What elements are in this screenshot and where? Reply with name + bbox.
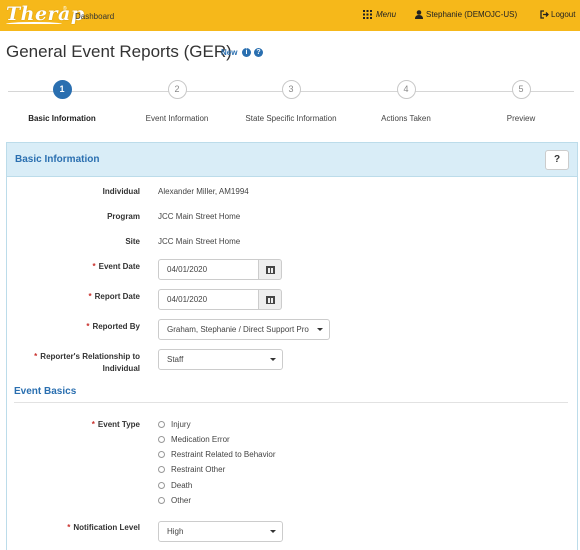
required-mark: * — [86, 322, 90, 331]
step-actions-taken[interactable]: 4 Actions Taken — [351, 80, 461, 123]
radio-button[interactable] — [158, 466, 165, 473]
relationship-select[interactable]: Staff — [158, 349, 283, 370]
step-number: 5 — [511, 80, 531, 99]
event-date-input[interactable]: 04/01/2020 — [158, 259, 259, 280]
individual-label: Individual — [102, 187, 140, 196]
step-number: 4 — [396, 80, 416, 99]
step-label: Actions Taken — [381, 114, 431, 123]
step-number: 3 — [281, 80, 301, 99]
question-circle-icon[interactable]: ? — [254, 48, 263, 57]
logout-label: Logout — [551, 10, 576, 19]
notification-level-select[interactable]: High — [158, 521, 283, 542]
event-type-option-other[interactable]: Other — [158, 496, 191, 505]
dashboard-link[interactable]: Dashboard — [75, 12, 114, 21]
step-label: State Specific Information — [245, 114, 337, 123]
option-label: Death — [171, 481, 193, 490]
top-navbar: Therap ® Dashboard Menu Stephanie (DEMOJ… — [0, 0, 580, 31]
event-type-option-medication-error[interactable]: Medication Error — [158, 435, 230, 444]
report-date-label: * Report Date — [6, 292, 140, 301]
site-label: Site — [125, 237, 140, 246]
event-type-label: * Event Type — [6, 420, 140, 429]
info-icon[interactable]: i — [242, 48, 251, 57]
step-preview[interactable]: 5 Preview — [466, 80, 576, 123]
event-basics-title: Event Basics — [14, 386, 77, 397]
new-link[interactable]: New — [221, 48, 237, 57]
step-state-specific-information[interactable]: 3 State Specific Information — [236, 80, 346, 123]
user-name: Stephanie (DEMOJC-US) — [426, 10, 518, 19]
relationship-text-2: Individual — [102, 364, 140, 373]
calendar-icon — [266, 296, 275, 304]
individual-value: Alexander Miller, AM1994 — [158, 187, 249, 196]
radio-button[interactable] — [158, 482, 165, 489]
logout-button[interactable]: Logout — [540, 10, 575, 19]
reported-by-label: * Reported By — [6, 322, 140, 331]
relationship-label: * Reporter's Relationship to Individual — [6, 351, 140, 375]
event-type-option-restraint-other[interactable]: Restraint Other — [158, 465, 225, 474]
chevron-down-icon — [317, 328, 323, 331]
required-mark: * — [91, 420, 95, 429]
panel-title: Basic Information — [15, 154, 100, 165]
reported-by-select[interactable]: Graham, Stephanie / Direct Support Pro — [158, 319, 330, 340]
required-mark: * — [88, 292, 92, 301]
notification-level-text: Notification Level — [73, 523, 140, 532]
report-date-text: Report Date — [94, 292, 140, 301]
option-label: Injury — [171, 420, 191, 429]
option-label: Other — [171, 496, 192, 505]
chevron-down-icon — [270, 358, 276, 361]
help-button[interactable]: ? — [545, 150, 569, 170]
step-number: 2 — [167, 80, 187, 99]
radio-button[interactable] — [158, 451, 165, 458]
section-divider — [14, 402, 568, 403]
step-number: 1 — [52, 80, 72, 99]
step-basic-information[interactable]: 1 Basic Information — [7, 80, 117, 123]
radio-button[interactable] — [158, 421, 165, 428]
option-label: Medication Error — [171, 435, 230, 444]
required-mark: * — [92, 262, 96, 271]
program-value: JCC Main Street Home — [158, 212, 241, 221]
step-label: Preview — [506, 114, 536, 123]
report-date-input[interactable]: 04/01/2020 — [158, 289, 259, 310]
logo-swoosh — [6, 22, 62, 26]
trademark-mark: ® — [63, 6, 67, 12]
event-date-text: Event Date — [98, 262, 140, 271]
chevron-down-icon — [270, 530, 276, 533]
option-label: Restraint Related to Behavior — [171, 450, 276, 459]
step-label: Event Information — [145, 114, 209, 123]
step-label: Basic Information — [28, 114, 96, 123]
user-menu[interactable]: Stephanie (DEMOJC-US) — [415, 10, 517, 19]
basic-information-panel: Basic Information ? — [6, 142, 578, 550]
site-value: JCC Main Street Home — [158, 237, 241, 246]
calendar-icon — [266, 266, 275, 274]
option-label: Restraint Other — [171, 465, 226, 474]
menu-button[interactable]: Menu — [363, 10, 396, 19]
report-date-calendar-button[interactable] — [258, 289, 282, 310]
user-icon — [415, 10, 423, 19]
program-label: Program — [107, 212, 140, 221]
event-type-text: Event Type — [97, 420, 140, 429]
event-type-option-death[interactable]: Death — [158, 481, 192, 490]
panel-header: Basic Information ? — [7, 143, 577, 177]
relationship-value: Staff — [167, 355, 184, 364]
radio-button[interactable] — [158, 497, 165, 504]
relationship-text-1: Reporter's Relationship to — [40, 352, 140, 361]
radio-button[interactable] — [158, 436, 165, 443]
event-date-calendar-button[interactable] — [258, 259, 282, 280]
event-type-option-restraint-behavior[interactable]: Restraint Related to Behavior — [158, 450, 276, 459]
logout-icon — [540, 10, 549, 19]
page-title: General Event Reports (GER) — [6, 42, 232, 61]
reported-by-value: Graham, Stephanie / Direct Support Pro — [167, 325, 309, 334]
grid-icon — [363, 10, 372, 19]
event-date-label: * Event Date — [6, 262, 140, 271]
required-mark: * — [34, 352, 38, 361]
menu-label: Menu — [376, 10, 397, 19]
notification-level-label: * Notification Level — [6, 523, 140, 532]
reported-by-text: Reported By — [92, 322, 140, 331]
step-event-information[interactable]: 2 Event Information — [122, 80, 232, 123]
event-type-option-injury[interactable]: Injury — [158, 420, 191, 429]
required-mark: * — [67, 523, 71, 532]
notification-level-value: High — [167, 527, 184, 536]
